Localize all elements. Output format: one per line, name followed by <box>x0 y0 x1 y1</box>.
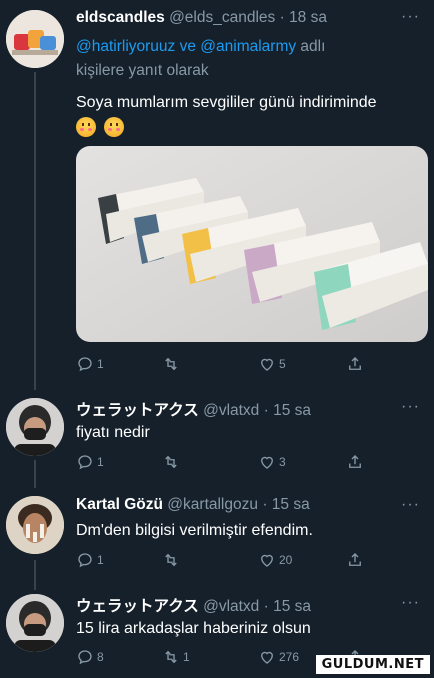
avatar[interactable] <box>6 594 64 652</box>
candles-photo <box>76 146 428 342</box>
tweet-actions: 1 3 <box>76 453 386 473</box>
timestamp[interactable]: · 15 sa <box>264 598 311 615</box>
tweet-text: 15 lira arkadaşlar haberiniz olsun <box>76 620 311 637</box>
reply-count: 1 <box>97 455 104 469</box>
more-options-icon[interactable]: ··· <box>401 594 420 612</box>
like-count: 5 <box>279 357 286 371</box>
retweet-icon <box>165 650 177 664</box>
user-handle[interactable]: @kartallgozu <box>167 496 258 513</box>
user-handle[interactable]: @vlatxd <box>203 598 259 615</box>
display-name[interactable]: ウェラットアクス <box>76 402 199 419</box>
reply-handles-link[interactable]: @hatirliyoruuz ve @animalarmy <box>76 38 296 55</box>
timestamp[interactable]: · 18 sa <box>280 9 327 26</box>
tweet-actions: 1 5 <box>76 355 386 375</box>
share-button[interactable] <box>346 551 364 569</box>
site-watermark: GULDUM.NET <box>315 655 430 674</box>
reply-count: 8 <box>97 650 104 664</box>
tweet-text: fiyatı nedir <box>76 424 150 441</box>
retweet-icon <box>165 553 177 567</box>
like-count: 3 <box>279 455 286 469</box>
masked-person-avatar-image <box>6 398 64 456</box>
avatar[interactable] <box>6 496 64 554</box>
avatar[interactable] <box>6 10 64 68</box>
display-name[interactable]: eldscandles <box>76 9 165 26</box>
user-handle[interactable]: @vlatxd <box>203 402 259 419</box>
tweet-media-image[interactable] <box>76 146 428 342</box>
display-name[interactable]: ウェラットアクス <box>76 598 199 615</box>
retweet-count: 1 <box>183 650 190 664</box>
share-button[interactable] <box>346 453 364 471</box>
avatar[interactable] <box>6 398 64 456</box>
reply-count: 1 <box>97 357 104 371</box>
reply-context: @hatirliyoruuz ve @animalarmy adlı <box>76 36 325 58</box>
reply-icon <box>78 357 92 372</box>
like-button[interactable]: 5 <box>258 355 286 373</box>
timestamp[interactable]: · 15 sa <box>264 402 311 419</box>
share-icon <box>349 553 361 566</box>
share-icon <box>349 455 361 468</box>
reply-icon <box>78 650 92 665</box>
more-options-icon[interactable]: ··· <box>401 8 420 26</box>
share-button[interactable] <box>346 355 364 373</box>
retweet-button[interactable] <box>162 355 183 373</box>
reply-icon <box>78 553 92 568</box>
tweet-header: eldscandles @elds_candles · 18 sa <box>76 9 404 27</box>
reply-button[interactable]: 1 <box>76 551 104 569</box>
heart-icon <box>261 554 273 567</box>
tweet-text: Dm'den bilgisi verilmiştir efendim. <box>76 522 313 539</box>
user-handle[interactable]: @elds_candles <box>169 9 275 26</box>
like-button[interactable]: 20 <box>258 551 292 569</box>
like-button[interactable]: 276 <box>258 648 299 666</box>
masked-person-avatar-image <box>6 594 64 652</box>
tweet[interactable]: Kartal Gözü @kartallgozu · 15 sa ··· Dm'… <box>0 488 434 586</box>
candle-avatar-image <box>6 10 64 68</box>
timestamp[interactable]: · 15 sa <box>262 496 309 513</box>
tweet-text: Soya mumlarım sevgililer günü indirimind… <box>76 94 377 111</box>
reply-suffix: adlı <box>296 38 326 55</box>
retweet-button[interactable] <box>162 551 183 569</box>
more-options-icon[interactable]: ··· <box>401 398 420 416</box>
reply-button[interactable]: 1 <box>76 453 104 471</box>
like-button[interactable]: 3 <box>258 453 286 471</box>
emoji-row <box>76 116 422 138</box>
tweet-header: Kartal Gözü @kartallgozu · 15 sa <box>76 496 404 514</box>
retweet-icon <box>165 357 177 371</box>
face-paint-avatar-image <box>6 496 64 554</box>
tweet-header: ウェラットアクス @vlatxd · 15 sa <box>76 594 404 616</box>
more-options-icon[interactable]: ··· <box>401 496 420 514</box>
reply-button[interactable]: 8 <box>76 648 104 666</box>
retweet-button[interactable]: 1 <box>162 648 190 666</box>
reply-count: 1 <box>97 553 104 567</box>
hot-face-emoji-icon <box>104 116 125 137</box>
tweet[interactable]: eldscandles @elds_candles · 18 sa ··· @h… <box>0 0 434 385</box>
heart-icon <box>261 651 273 664</box>
like-count: 20 <box>279 553 293 567</box>
retweet-button[interactable] <box>162 453 183 471</box>
tweet-header: ウェラットアクス @vlatxd · 15 sa <box>76 398 404 420</box>
reply-context-line2: kişilere yanıt olarak <box>76 62 209 79</box>
like-count: 276 <box>279 650 300 664</box>
reply-icon <box>78 455 92 470</box>
tweet[interactable]: ウェラットアクス @vlatxd · 15 sa ··· fiyatı nedi… <box>0 390 434 482</box>
heart-icon <box>261 456 273 469</box>
display-name[interactable]: Kartal Gözü <box>76 496 163 513</box>
retweet-icon <box>165 455 177 469</box>
heart-icon <box>261 358 273 371</box>
reply-button[interactable]: 1 <box>76 355 104 373</box>
tweet-actions: 1 20 <box>76 551 386 571</box>
hot-face-emoji-icon <box>76 116 96 137</box>
share-icon <box>349 357 361 370</box>
